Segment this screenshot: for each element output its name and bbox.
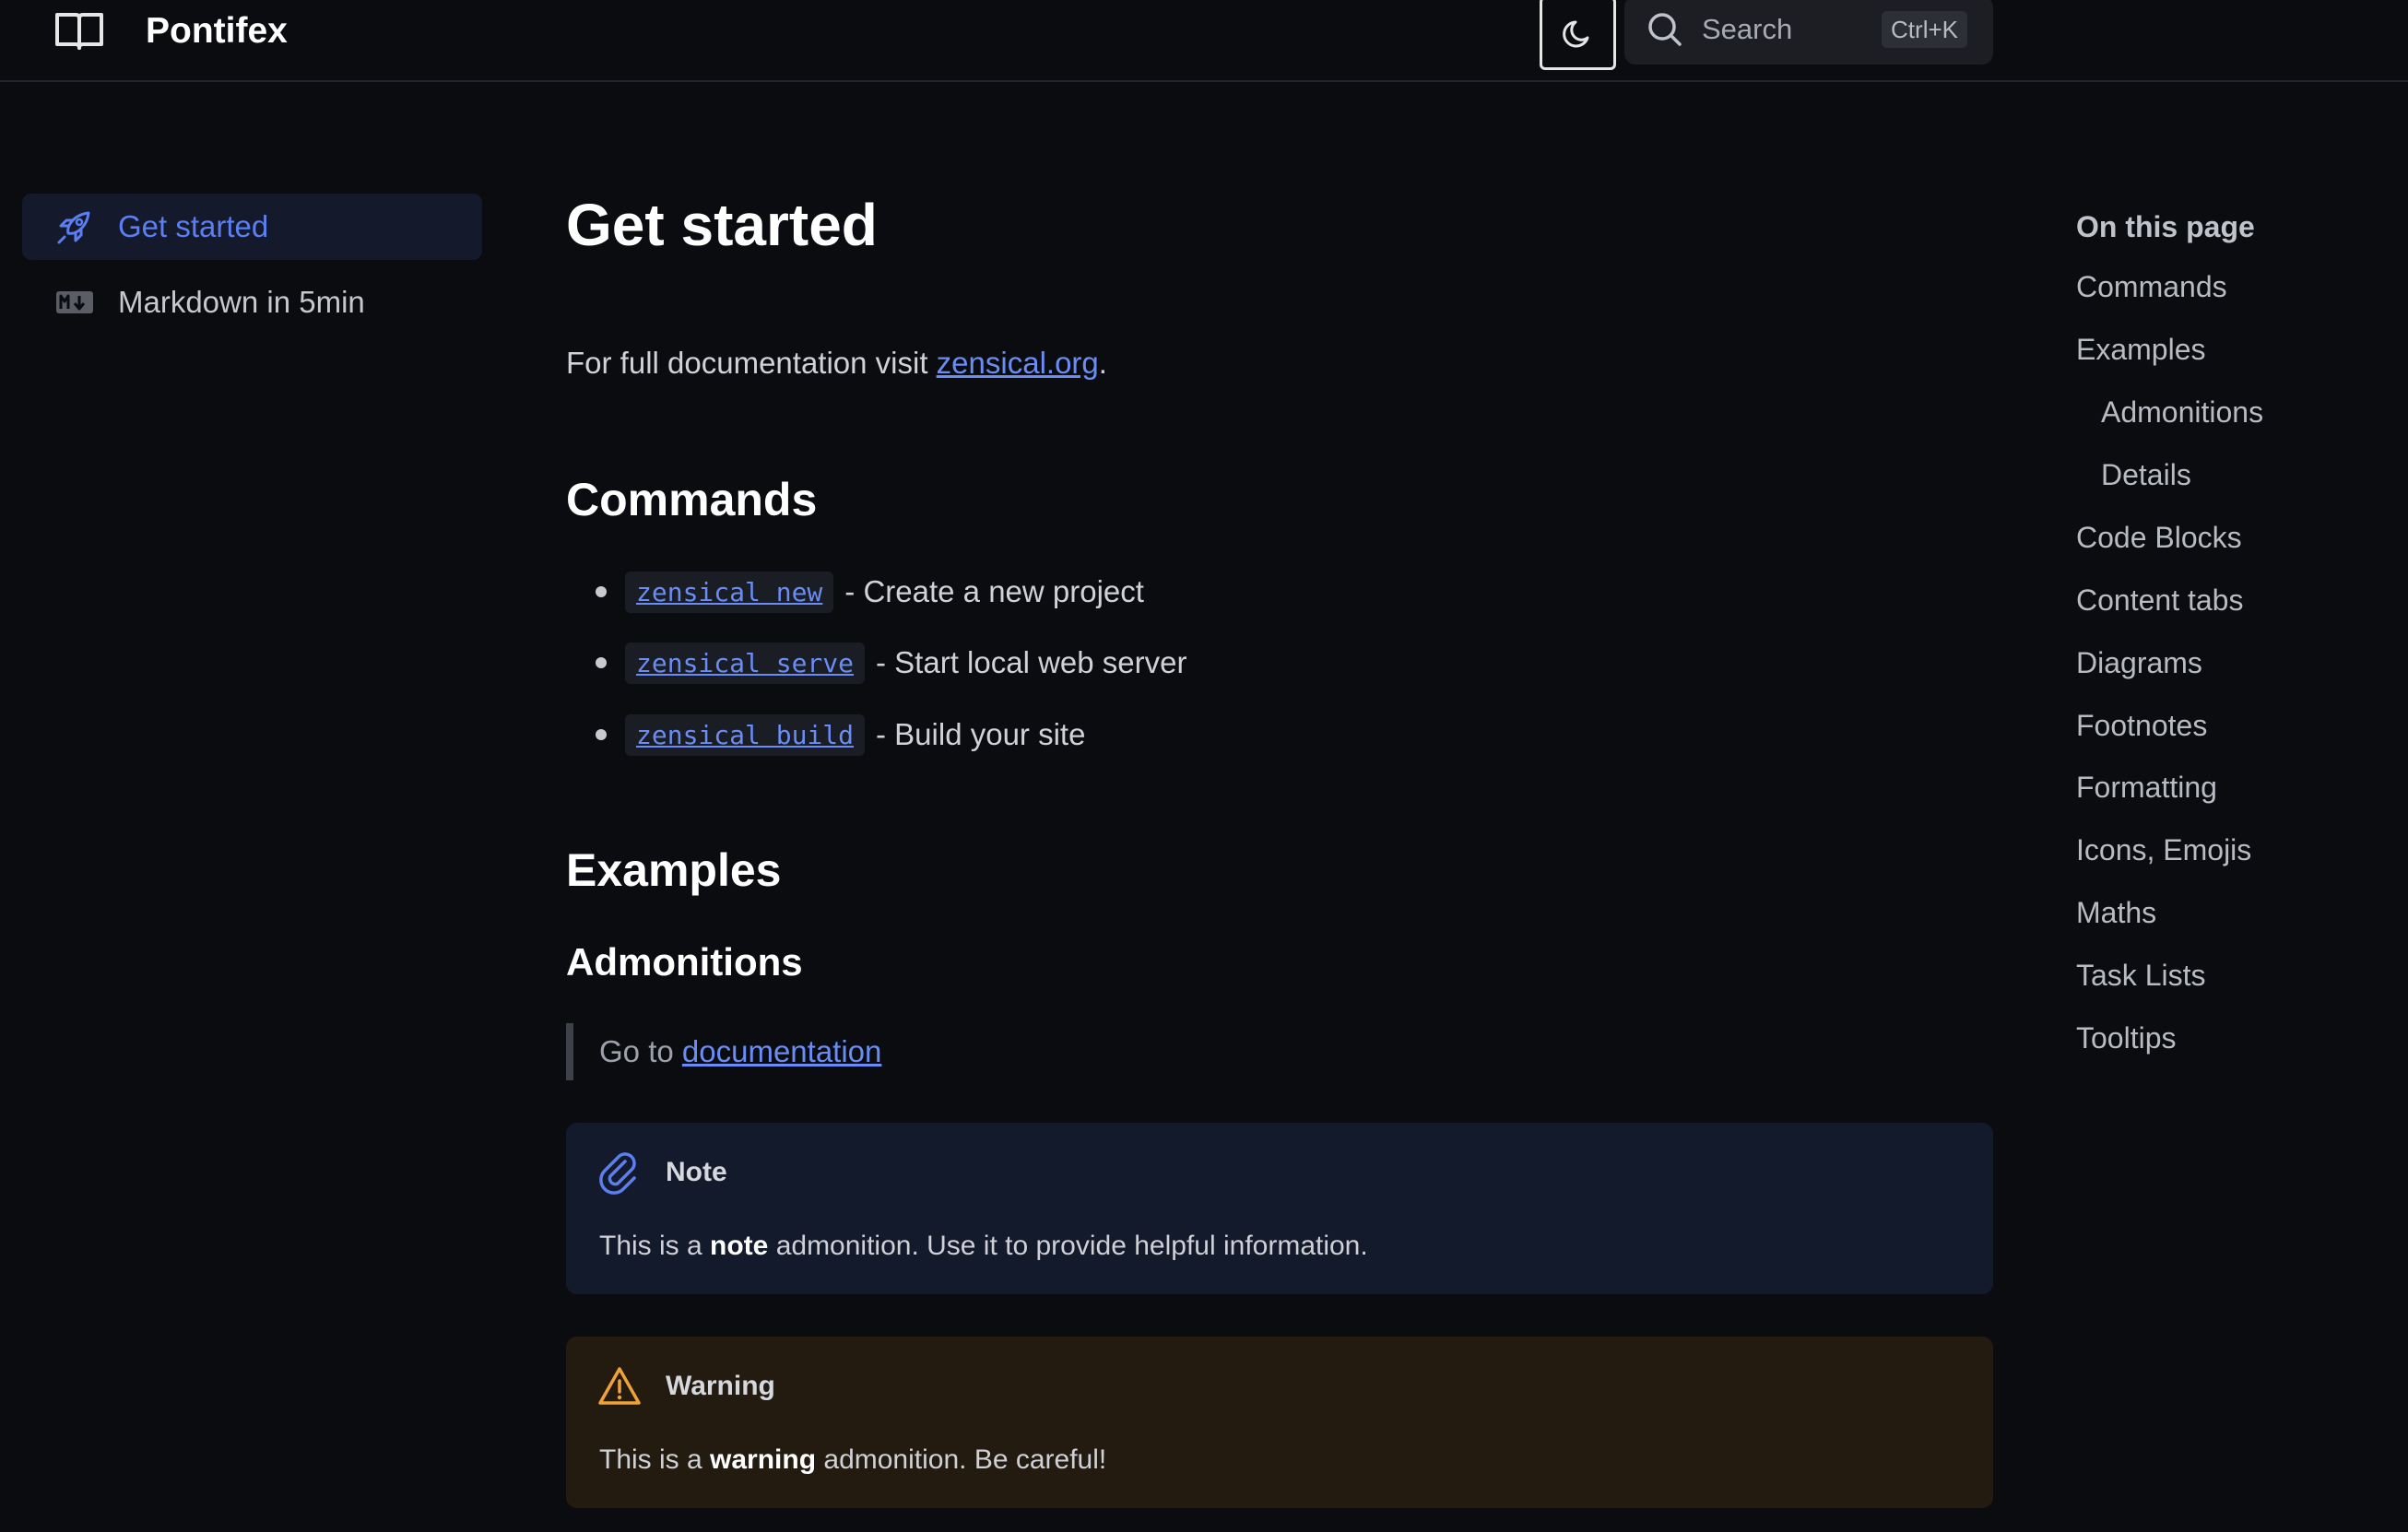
command-code-link[interactable]: zensical serve <box>625 642 866 684</box>
toc-item-details[interactable]: Details <box>2101 456 2191 493</box>
toc-item-commands[interactable]: Commands <box>2076 268 2227 305</box>
toc-item-task-lists[interactable]: Task Lists <box>2076 957 2205 994</box>
toc-item-icons-emojis[interactable]: Icons, Emojis <box>2076 831 2251 868</box>
list-item: zensical new - Create a new project <box>596 566 1144 618</box>
intro-text: For full documentation visit <box>566 346 937 380</box>
markdown-icon <box>56 291 93 313</box>
warning-admonition: Warning This is a warning admonition. Be… <box>566 1337 1993 1508</box>
command-description: - Start local web server <box>876 645 1187 679</box>
toc-title: On this page <box>2076 210 2255 243</box>
toc-item-tooltips[interactable]: Tooltips <box>2076 1019 2177 1056</box>
commands-heading: Commands <box>566 474 818 525</box>
moon-icon <box>1562 20 1588 48</box>
intro-paragraph: For full documentation visit zensical.or… <box>566 343 1107 383</box>
toc-item-code-blocks[interactable]: Code Blocks <box>2076 519 2242 556</box>
sidebar-item-markdown[interactable]: Markdown in 5min <box>22 269 482 336</box>
admonition-title: Warning <box>666 1371 775 1401</box>
theme-toggle-button[interactable] <box>1540 0 1616 70</box>
rocket-icon <box>57 211 90 244</box>
bullet <box>596 657 607 668</box>
site-title[interactable]: Pontifex <box>146 9 288 53</box>
body-bold: note <box>710 1231 769 1261</box>
search-placeholder: Search <box>1702 13 1793 45</box>
toc-item-examples[interactable]: Examples <box>2076 331 2206 368</box>
sidebar-item-label: Get started <box>118 209 269 243</box>
body-text: This is a <box>599 1231 711 1261</box>
top-bar: Pontifex Search Ctrl+K <box>0 0 2408 82</box>
command-description: - Create a new project <box>844 574 1144 608</box>
toc-item-admonitions[interactable]: Admonitions <box>2101 394 2263 430</box>
blockquote: Go to documentation <box>566 1023 881 1080</box>
quote-text: Go to <box>599 1034 682 1068</box>
search-icon <box>1648 13 1682 46</box>
toc-item-formatting[interactable]: Formatting <box>2076 769 2217 806</box>
book-icon[interactable] <box>53 9 105 52</box>
command-code-link[interactable]: zensical build <box>625 713 866 756</box>
sidebar-item-label: Markdown in 5min <box>118 285 365 319</box>
search-shortcut: Ctrl+K <box>1882 11 1967 48</box>
admonitions-heading: Admonitions <box>566 940 803 984</box>
warning-triangle-icon <box>598 1367 641 1405</box>
toc-item-content-tabs[interactable]: Content tabs <box>2076 582 2243 619</box>
admonition-body: This is a warning admonition. Be careful… <box>599 1442 1106 1479</box>
list-item: zensical serve - Start local web server <box>596 637 1186 689</box>
zensical-link[interactable]: zensical.org <box>937 346 1099 380</box>
intro-suffix: . <box>1098 346 1107 380</box>
body-text: admonition. Be careful! <box>816 1444 1107 1475</box>
examples-heading: Examples <box>566 844 782 896</box>
command-description: - Build your site <box>876 717 1086 751</box>
bullet <box>596 586 607 597</box>
paperclip-icon <box>599 1152 636 1195</box>
sidebar-item-get-started[interactable]: Get started <box>22 194 482 260</box>
bullet <box>596 729 607 740</box>
command-code-link[interactable]: zensical new <box>625 571 834 613</box>
body-text: admonition. Use it to provide helpful in… <box>768 1231 1368 1261</box>
documentation-link[interactable]: documentation <box>682 1034 881 1068</box>
toc-item-footnotes[interactable]: Footnotes <box>2076 707 2207 744</box>
toc-item-diagrams[interactable]: Diagrams <box>2076 644 2202 681</box>
toc-item-maths[interactable]: Maths <box>2076 894 2156 931</box>
page-title: Get started <box>566 192 878 258</box>
note-admonition: Note This is a note admonition. Use it t… <box>566 1123 1993 1294</box>
admonition-body: This is a note admonition. Use it to pro… <box>599 1228 1368 1265</box>
body-bold: warning <box>710 1444 817 1475</box>
search-box[interactable]: Search Ctrl+K <box>1624 0 1993 65</box>
admonition-title: Note <box>666 1157 727 1187</box>
body-text: This is a <box>599 1444 711 1475</box>
list-item: zensical build - Build your site <box>596 709 1085 760</box>
